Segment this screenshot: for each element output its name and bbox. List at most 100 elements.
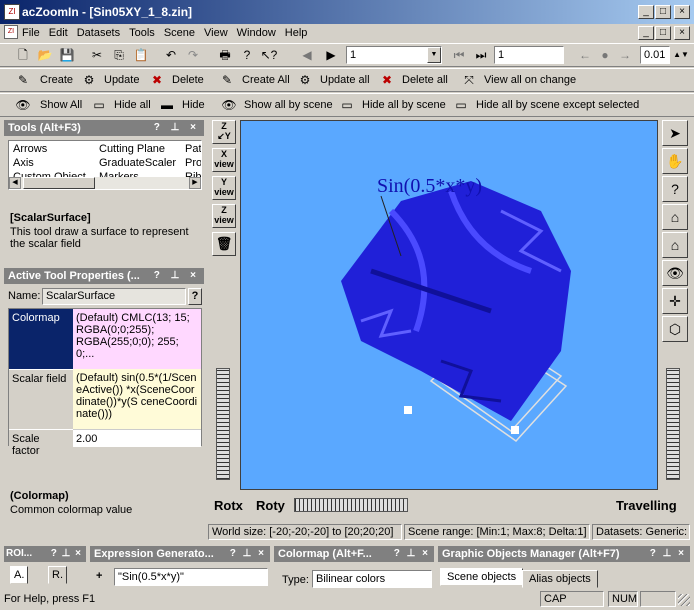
delete-all-icon[interactable]: ✖ (378, 71, 396, 89)
spin-icon[interactable]: ▲▼ (672, 46, 690, 64)
tool-item[interactable]: Cutting Plane (99, 142, 176, 156)
menu-tools[interactable]: Tools (129, 27, 155, 39)
show-all-by-scene-button[interactable]: Show all by scene (244, 95, 333, 115)
play-backward-icon[interactable]: ◀ (298, 46, 316, 64)
expression-add-button[interactable]: + (96, 570, 102, 582)
cut-icon[interactable]: ✂ (88, 46, 106, 64)
tool-item[interactable]: GraduateScaler (99, 156, 176, 170)
colormap-type-select[interactable]: Bilinear colors (312, 570, 432, 588)
name-help-button[interactable]: ? (188, 288, 202, 305)
tools-scrollbar[interactable]: ◀ ▶ (9, 177, 201, 189)
3d-viewport[interactable]: Sin(0.5*x*y) (240, 120, 658, 490)
home-set-tool-button[interactable]: ⌂ (662, 232, 688, 258)
paste-icon[interactable]: 📋 (132, 46, 150, 64)
pan-tool-button[interactable]: ✋ (662, 148, 688, 174)
update-all-button[interactable]: Update all (320, 70, 370, 90)
hide-icon[interactable]: ▬ (158, 96, 176, 114)
property-key-scalar-field[interactable]: Scalar field (9, 369, 73, 429)
mdi-minimize-button[interactable]: _ (638, 26, 654, 40)
maximize-button[interactable]: □ (655, 5, 671, 19)
alias-objects-tab[interactable]: Alias objects (522, 570, 598, 588)
help-tool-button[interactable]: ? (662, 176, 688, 202)
frame-select[interactable]: 1 ▼ (346, 46, 442, 64)
rotation-slider[interactable] (294, 498, 408, 512)
save-icon[interactable]: 💾 (58, 46, 76, 64)
scroll-left-icon[interactable]: ◀ (9, 177, 21, 189)
create-all-button[interactable]: Create All (242, 70, 290, 90)
menu-scene[interactable]: Scene (164, 27, 195, 39)
roi-tab-a[interactable]: A. (10, 566, 29, 584)
panel-controls[interactable]: ? ⊥ × (154, 268, 200, 284)
panel-controls[interactable]: ? ⊥ × (154, 120, 200, 136)
vertical-zoom-slider[interactable] (216, 368, 230, 480)
x-view-button[interactable]: Xview (212, 148, 236, 172)
step-input[interactable]: 0.01 (640, 46, 670, 64)
y-view-button[interactable]: Yview (212, 176, 236, 200)
hide-button[interactable]: Hide (182, 95, 205, 115)
update-icon[interactable]: ⚙ (80, 71, 98, 89)
create-button[interactable]: Create (40, 70, 73, 90)
property-value-colormap[interactable]: (Default) CMLC(13; 15; RGBA(0;0;255); RG… (73, 309, 201, 369)
delete-view-button[interactable]: 🗑 (212, 232, 236, 256)
mdi-restore-button[interactable]: □ (655, 26, 671, 40)
create-all-icon[interactable]: ✎ (218, 71, 236, 89)
undo-icon[interactable]: ↶ (162, 46, 180, 64)
open-folder-icon[interactable]: 📂 (36, 46, 54, 64)
help-icon[interactable]: ? (238, 46, 256, 64)
panel-controls[interactable]: ? ⊥ × (650, 546, 686, 562)
show-all-button[interactable]: Show All (40, 95, 82, 115)
menu-help[interactable]: Help (285, 27, 308, 39)
center-tool-button[interactable]: ✛ (662, 288, 688, 314)
stop-icon[interactable]: ● (596, 46, 614, 64)
create-icon[interactable]: ✎ (14, 71, 32, 89)
view-all-on-change-button[interactable]: View all on change (484, 70, 576, 90)
close-button[interactable]: × (674, 5, 690, 19)
arrow-right-icon[interactable]: → (616, 46, 634, 64)
arrow-left-icon[interactable]: ← (576, 46, 594, 64)
tool-item[interactable]: Pat (185, 142, 201, 156)
property-key-scale-factor[interactable]: Scale factor (9, 429, 73, 457)
property-key-colormap[interactable]: Colormap (9, 309, 73, 369)
copy-icon[interactable]: ⎘ (110, 46, 128, 64)
delete-button[interactable]: Delete (172, 70, 204, 90)
context-help-icon[interactable]: ↖? (260, 46, 278, 64)
panel-controls[interactable]: ? ⊥ × (51, 546, 82, 562)
control-point[interactable] (404, 406, 412, 414)
tool-item[interactable]: Pro (185, 156, 201, 170)
delete-all-button[interactable]: Delete all (402, 70, 448, 90)
minimize-button[interactable]: _ (638, 5, 654, 19)
hide-except-icon[interactable]: ▭ (452, 96, 470, 114)
home-tool-button[interactable]: ⌂ (662, 204, 688, 230)
frame-input[interactable]: 1 (494, 46, 564, 64)
panel-controls[interactable]: ? ⊥ × (394, 546, 430, 562)
name-field[interactable]: ScalarSurface (42, 288, 186, 305)
first-frame-icon[interactable]: ⏮ (450, 46, 468, 64)
update-button[interactable]: Update (104, 70, 139, 90)
scene-objects-tab[interactable]: Scene objects (440, 568, 524, 586)
play-forward-icon[interactable]: ▶ (322, 46, 340, 64)
property-value-scalar-field[interactable]: (Default) sin(0.5*(1/SceneActive()) *x(S… (73, 369, 201, 429)
panel-controls[interactable]: ? ⊥ × (230, 546, 266, 562)
app-icon[interactable]: ZI (4, 4, 20, 20)
delete-icon[interactable]: ✖ (148, 71, 166, 89)
hide-all-by-scene-except-button[interactable]: Hide all by scene except selected (476, 95, 639, 115)
perspective-tool-button[interactable]: ⬡ (662, 316, 688, 342)
menu-file[interactable]: File (22, 27, 40, 39)
property-value-scale-factor[interactable]: 2.00 (73, 429, 201, 447)
show-by-scene-icon[interactable]: 👁 (220, 96, 238, 114)
hide-all-icon[interactable]: ▭ (90, 96, 108, 114)
scroll-thumb[interactable] (23, 177, 95, 189)
resize-grip[interactable] (678, 594, 690, 606)
new-file-icon[interactable]: 🗋 (14, 46, 32, 64)
menu-edit[interactable]: Edit (49, 27, 68, 39)
hide-all-by-scene-button[interactable]: Hide all by scene (362, 95, 446, 115)
menu-view[interactable]: View (204, 27, 228, 39)
menu-window[interactable]: Window (237, 27, 276, 39)
chevron-down-icon[interactable]: ▼ (427, 47, 441, 63)
last-frame-icon[interactable]: ⏭ (472, 46, 490, 64)
print-icon[interactable]: 🖶 (216, 46, 234, 64)
view-tool-button[interactable]: 👁 (662, 260, 688, 286)
show-all-icon[interactable]: 👁 (14, 96, 32, 114)
redo-icon[interactable]: ↷ (184, 46, 202, 64)
travelling-slider[interactable] (666, 368, 680, 480)
